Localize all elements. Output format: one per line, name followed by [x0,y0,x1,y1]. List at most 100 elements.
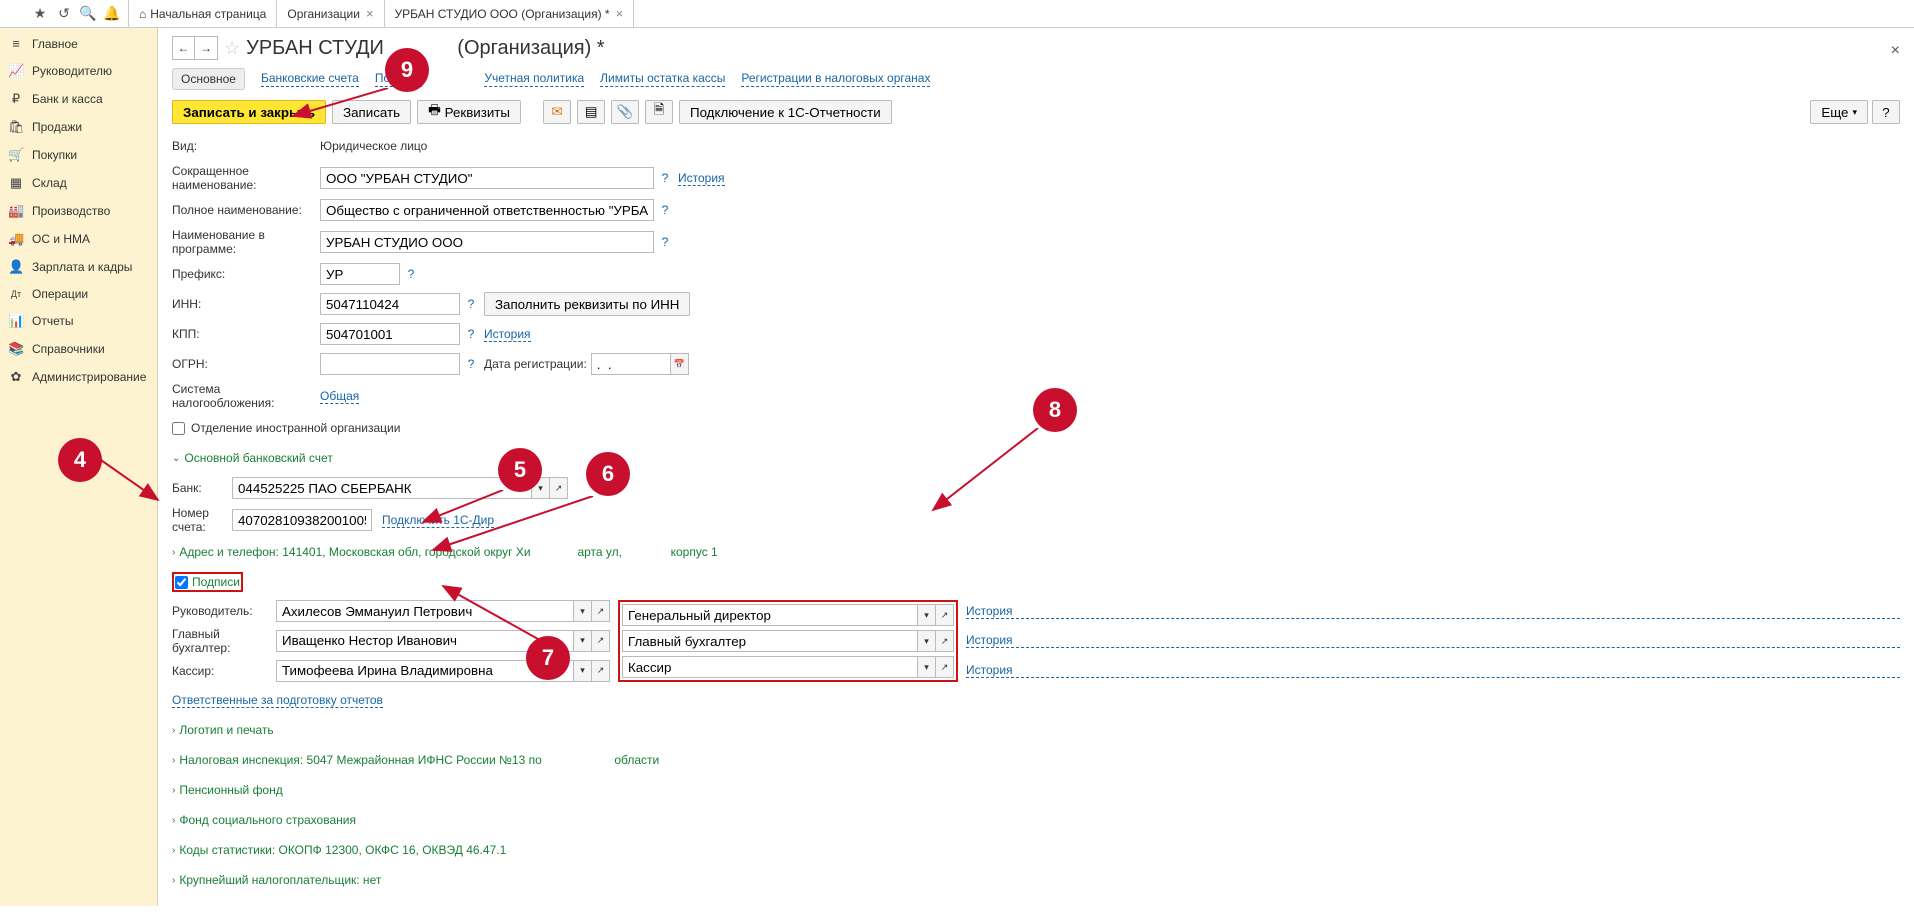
sidebar-item-assets[interactable]: 🚚ОС и НМА [0,225,157,253]
subtab-main[interactable]: Основное [172,68,245,90]
help-icon[interactable]: ? [464,297,478,311]
label-tax-system: Система налогообложения: [172,382,320,410]
input-prog-name[interactable] [320,231,654,253]
label-account: Номер счета: [172,506,232,534]
input-head[interactable] [276,600,574,622]
section-signatures[interactable]: Подписи [192,575,240,589]
subtab-bank-accounts[interactable]: Банковские счета [261,71,359,87]
grid-icon: ▦ [8,175,24,191]
section-big-taxpayer[interactable]: ›Крупнейший налогоплательщик: нет [172,868,1900,892]
sidebar-item-production[interactable]: 🏭Производство [0,197,157,225]
input-full-name[interactable] [320,199,654,221]
bell-icon[interactable]: 🔔 [100,2,124,26]
history-icon[interactable]: ↺ [52,2,76,26]
search-icon[interactable]: 🔍 [76,2,100,26]
section-bank[interactable]: ⌄Основной банковский счет [172,446,1900,470]
section-tax-inspection[interactable]: ›Налоговая инспекция: 5047 Межрайонная И… [172,748,1900,772]
link-responsible[interactable]: Ответственные за подготовку отчетов [172,693,383,708]
dropdown-icon[interactable]: ▾ [918,656,936,678]
open-icon[interactable]: ↗ [550,477,568,499]
link-history[interactable]: История [678,171,725,186]
sidebar-item-manager[interactable]: 📈Руководителю [0,57,157,85]
input-short-name[interactable] [320,167,654,189]
dropdown-icon[interactable]: ▾ [918,630,936,652]
calendar-icon[interactable]: 📅 [671,353,689,375]
help-icon[interactable]: ? [658,235,672,249]
help-button[interactable]: ? [1872,100,1900,124]
input-ogrn[interactable] [320,353,460,375]
connect-reporting-button[interactable]: Подключение к 1С-Отчетности [679,100,892,124]
sidebar-item-main[interactable]: ≡Главное [0,30,157,57]
sidebar-item-operations[interactable]: ДтОперации [0,281,157,307]
checkbox-signatures[interactable] [175,576,188,589]
open-icon[interactable]: ↗ [592,660,610,682]
sidebar-item-admin[interactable]: ✿Администрирование [0,363,157,391]
dropdown-icon[interactable]: ▾ [574,600,592,622]
open-icon[interactable]: ↗ [936,656,954,678]
subtab-accounting-policy[interactable]: Учетная политика [484,71,584,87]
help-icon[interactable]: ? [404,267,418,281]
close-icon[interactable]: × [366,6,374,21]
link-history[interactable]: История [966,663,1900,678]
tab-organizations[interactable]: Организации × [277,0,384,27]
subtab-cash-limits[interactable]: Лимиты остатка кассы [600,71,725,87]
input-accountant-position[interactable] [622,630,918,652]
dropdown-icon[interactable]: ▾ [574,660,592,682]
dropdown-icon[interactable]: ▾ [918,604,936,626]
tab-home[interactable]: ⌂ Начальная страница [129,0,277,27]
star-icon[interactable]: ★ [28,2,52,26]
mail-button[interactable]: ✉ [543,100,571,124]
doc-button[interactable]: ▤ [577,100,605,124]
favorite-icon[interactable]: ☆ [224,38,240,59]
file-button[interactable]: 🗎 [645,100,673,124]
requisites-button[interactable]: 🖶Реквизиты [417,100,521,124]
forward-button[interactable]: → [195,37,217,59]
section-social[interactable]: ›Фонд социального страхования [172,808,1900,832]
tab-current[interactable]: УРБАН СТУДИО ООО (Организация) * × [385,0,635,27]
input-regdate[interactable] [591,353,671,375]
input-bank[interactable] [232,477,532,499]
sidebar-item-salary[interactable]: 👤Зарплата и кадры [0,253,157,281]
help-icon[interactable]: ? [658,203,672,217]
link-history[interactable]: История [966,604,1900,619]
section-address[interactable]: ›Адрес и телефон: 141401, Московская обл… [172,540,1900,564]
close-icon[interactable]: × [616,6,624,21]
input-account[interactable] [232,509,372,531]
sidebar-item-purchases[interactable]: 🛒Покупки [0,141,157,169]
save-button[interactable]: Записать [332,100,411,124]
subtab-tax-registrations[interactable]: Регистрации в налоговых органах [741,71,930,87]
open-icon[interactable]: ↗ [592,630,610,652]
open-icon[interactable]: ↗ [936,630,954,652]
input-kpp[interactable] [320,323,460,345]
input-prefix[interactable] [320,263,400,285]
sidebar-item-warehouse[interactable]: ▦Склад [0,169,157,197]
sidebar-item-reports[interactable]: 📊Отчеты [0,307,157,335]
link-history[interactable]: История [966,633,1900,648]
section-logo[interactable]: ›Логотип и печать [172,718,1900,742]
close-page-icon[interactable]: × [1891,42,1900,60]
link-tax-system[interactable]: Общая [320,389,359,404]
input-cashier-position[interactable] [622,656,918,678]
section-pension[interactable]: ›Пенсионный фонд [172,778,1900,802]
section-stats[interactable]: ›Коды статистики: ОКОПФ 12300, ОКФС 16, … [172,838,1900,862]
sidebar-item-sales[interactable]: 🛍Продажи [0,113,157,141]
save-close-button[interactable]: Записать и закрыть [172,100,326,124]
input-inn[interactable] [320,293,460,315]
sidebar-item-bank[interactable]: ₽Банк и касса [0,85,157,113]
dropdown-icon[interactable]: ▾ [574,630,592,652]
input-head-position[interactable] [622,604,918,626]
back-button[interactable]: ← [173,37,195,59]
open-icon[interactable]: ↗ [592,600,610,622]
help-icon[interactable]: ? [658,171,672,185]
more-button[interactable]: Еще▾ [1810,100,1868,124]
fill-by-inn-button[interactable]: Заполнить реквизиты по ИНН [484,292,690,316]
help-icon[interactable]: ? [464,327,478,341]
checkbox-foreign[interactable] [172,422,185,435]
link-connect-direct[interactable]: Подключить 1С-Дир [382,513,494,528]
apps-icon[interactable] [4,2,28,26]
help-icon[interactable]: ? [464,357,478,371]
attach-button[interactable]: 📎 [611,100,639,124]
link-history[interactable]: История [484,327,531,342]
open-icon[interactable]: ↗ [936,604,954,626]
sidebar-item-refs[interactable]: 📚Справочники [0,335,157,363]
